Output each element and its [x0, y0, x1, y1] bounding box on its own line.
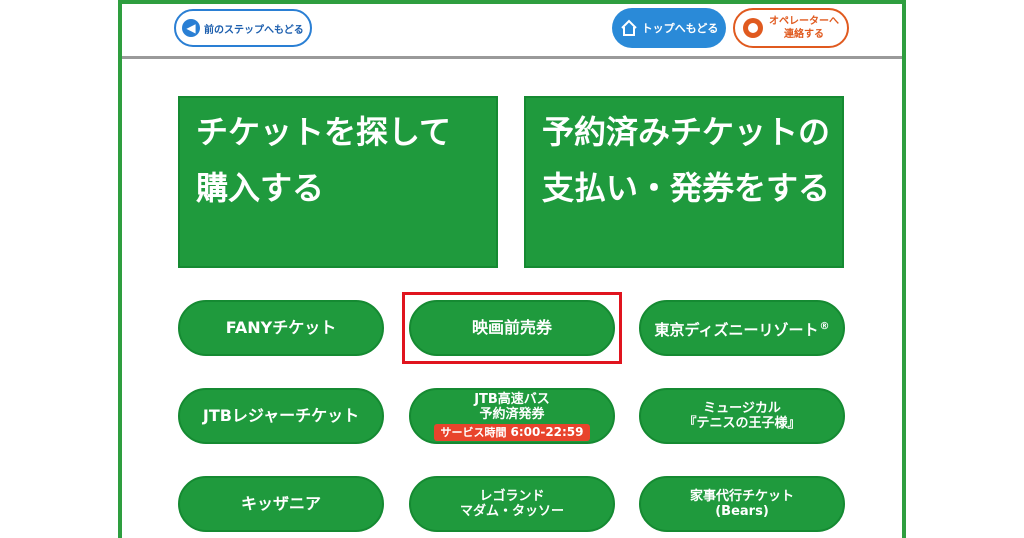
musical-line2: 『テニスの王子様』: [683, 416, 801, 431]
back-step-label: 前のステップへもどる: [204, 24, 304, 36]
operator-face-icon: [743, 18, 763, 38]
back-step-button[interactable]: ◀ 前のステップへもどる: [174, 9, 312, 47]
jtb-leisure-ticket-label: JTBレジャーチケット: [202, 406, 360, 425]
tokyo-disney-resort-text: 東京ディズニーリゾート: [654, 320, 819, 339]
search-purchase-button[interactable]: チケットを探して 購入する: [178, 96, 498, 268]
registered-mark: ®: [819, 320, 830, 332]
tokyo-disney-resort-button[interactable]: 東京ディズニーリゾート®: [639, 300, 845, 356]
jtb-highway-bus-line2: 予約済発券: [479, 406, 545, 422]
jtb-highway-bus-button[interactable]: JTB高速バス 予約済発券 サービス時間 6:00-22:59: [409, 388, 615, 444]
fany-ticket-button[interactable]: FANYチケット: [178, 300, 384, 356]
housework-line2: (Bears): [715, 504, 769, 519]
top-button-label: トップへもどる: [641, 22, 719, 35]
fany-ticket-label: FANYチケット: [225, 318, 337, 337]
reserved-payment-button[interactable]: 予約済みチケットの 支払い・発券をする: [524, 96, 844, 268]
operator-contact-button[interactable]: オペレーターへ 連絡する: [733, 8, 849, 48]
housework-line1: 家事代行チケット: [689, 489, 794, 504]
jtb-highway-bus-line1: JTB高速バス: [474, 391, 550, 407]
search-purchase-line2: 購入する: [196, 169, 325, 207]
reserved-payment-line2: 支払い・発券をする: [542, 169, 831, 207]
search-purchase-line1: チケットを探して: [196, 113, 452, 151]
jtb-leisure-ticket-button[interactable]: JTBレジャーチケット: [178, 388, 384, 444]
kidzania-label: キッザニア: [240, 494, 321, 513]
selection-highlight: [402, 292, 622, 364]
operator-label-line1: オペレーターへ: [769, 16, 839, 27]
home-icon: [620, 19, 637, 36]
service-hours-label: サービス時間: [440, 425, 507, 439]
reserved-payment-line1: 予約済みチケットの: [542, 113, 831, 151]
kidzania-button[interactable]: キッザニア: [178, 476, 384, 532]
legoland-line1: レゴランド: [479, 489, 545, 504]
legoland-line2: マダム・タッソー: [459, 504, 564, 519]
screen-frame: [118, 0, 906, 538]
arrow-left-icon: ◀: [182, 19, 200, 37]
service-hours-time: 6:00-22:59: [510, 424, 584, 439]
header-divider: [122, 56, 902, 59]
musical-line1: ミュージカル: [703, 401, 781, 416]
musical-tennis-prince-button[interactable]: ミュージカル 『テニスの王子様』: [639, 388, 845, 444]
operator-label-line2: 連絡する: [784, 29, 824, 40]
housework-ticket-button[interactable]: 家事代行チケット (Bears): [639, 476, 845, 532]
tokyo-disney-resort-label: 東京ディズニーリゾート®: [655, 318, 830, 339]
service-hours-badge: サービス時間 6:00-22:59: [434, 423, 590, 441]
top-button[interactable]: トップへもどる: [612, 8, 726, 48]
operator-label: オペレーターへ 連絡する: [769, 15, 839, 41]
legoland-madame-tussauds-button[interactable]: レゴランド マダム・タッソー: [409, 476, 615, 532]
